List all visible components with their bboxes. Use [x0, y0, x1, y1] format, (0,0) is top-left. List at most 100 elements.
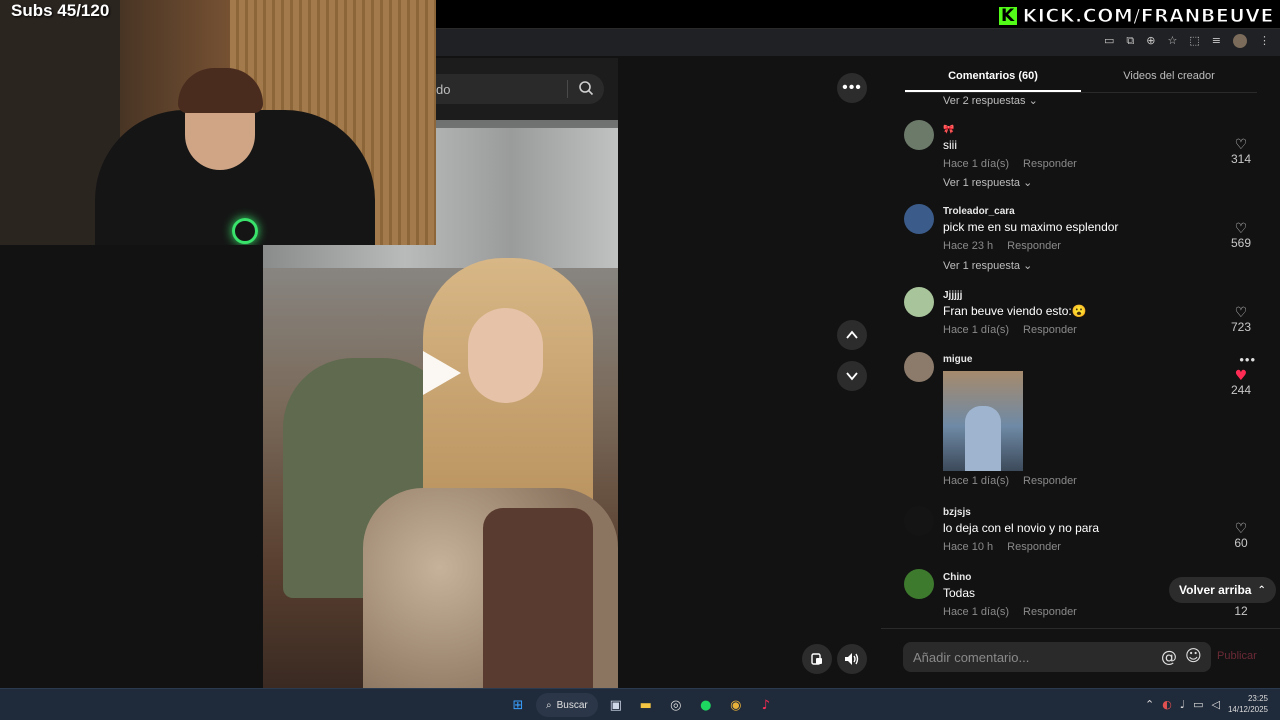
like-button[interactable]: ♡ 314	[1226, 138, 1256, 166]
pip-icon	[811, 653, 822, 665]
chevron-down-icon	[846, 372, 858, 381]
system-tray: ⌃ ◐ ♩ ▭ ◁ 23:25 14/12/2025	[1145, 693, 1268, 715]
comment-meta: Hace 1 día(s) Responder	[943, 158, 1077, 170]
like-button[interactable]: ♡ 60	[1226, 522, 1256, 550]
zoom-icon[interactable]: ⊕	[1146, 34, 1155, 48]
avatar[interactable]	[904, 569, 934, 599]
view-replies-link[interactable]: Ver 1 respuesta ⌄	[943, 259, 1032, 272]
webcam-green-light	[232, 218, 258, 244]
browser-menu-icon[interactable]: ⋮	[1259, 34, 1270, 48]
like-button[interactable]: ♡ 569	[1226, 222, 1256, 250]
avatar[interactable]	[904, 204, 934, 234]
like-button[interactable]: ♥ 244	[1226, 369, 1256, 397]
comment-user[interactable]: migue	[943, 354, 1091, 365]
comment-user[interactable]: Troleador_cara	[943, 206, 1118, 217]
taskbar: ⊞ ⌕ Buscar ▣ ▬ ◎ ● ◉ ♪ ⌃ ◐ ♩ ▭ ◁ 23:25 14…	[0, 688, 1280, 720]
search-field[interactable]: do	[436, 74, 604, 104]
comments-panel: Comentarios (60) Videos del creador Ver …	[881, 56, 1280, 688]
subs-counter: Subs 45/120	[11, 1, 110, 20]
comment-image[interactable]	[943, 371, 1023, 471]
file-explorer-icon[interactable]: ▬	[634, 693, 658, 717]
search-divider	[567, 80, 568, 98]
clock[interactable]: 23:25 14/12/2025	[1228, 693, 1268, 715]
pip-button[interactable]	[802, 644, 832, 674]
emoji-icon[interactable]: ☺	[1185, 646, 1202, 665]
reply-link[interactable]: Responder	[1007, 541, 1061, 553]
back-to-top-button[interactable]: Volver arriba ⌃	[1169, 577, 1276, 603]
publish-button[interactable]: Publicar	[1217, 650, 1257, 662]
previous-video-button[interactable]	[837, 320, 867, 350]
kick-logo: K	[996, 5, 1019, 27]
tab-comments[interactable]: Comentarios (60)	[905, 56, 1081, 92]
avatar[interactable]	[904, 352, 934, 382]
heart-filled-icon: ♥	[1234, 368, 1248, 384]
reply-link[interactable]: Responder	[1023, 475, 1077, 487]
comment-user[interactable]: 🎀	[943, 124, 1091, 135]
translate-icon[interactable]: ⧉	[1126, 34, 1134, 48]
comment-user[interactable]: bzjsjs	[943, 507, 1099, 518]
comments-tabs: Comentarios (60) Videos del creador	[905, 56, 1257, 92]
tiktok-icon[interactable]: ♪	[754, 693, 778, 717]
tabs-divider	[905, 92, 1257, 93]
mention-icon[interactable]: @	[1161, 647, 1177, 666]
comment: Jjjjjj Fran beuve viendo esto:😮 Hace 1 d…	[943, 290, 1091, 336]
avatar[interactable]	[904, 287, 934, 317]
reply-link[interactable]: Responder	[1023, 324, 1077, 336]
bookmark-star-icon[interactable]: ☆	[1168, 34, 1178, 48]
webcam-overlay: Subs 45/120	[0, 0, 436, 245]
kick-url: KICK.COM/FRANBEUVE	[1022, 5, 1274, 28]
media-controls-icon[interactable]: ≡	[1212, 34, 1221, 48]
comment-user[interactable]: Chino	[943, 572, 1091, 583]
avatar[interactable]	[904, 120, 934, 150]
composer-divider	[881, 628, 1280, 629]
add-comment-input[interactable]	[913, 649, 1153, 665]
task-view-icon[interactable]: ▣	[604, 693, 628, 717]
view-replies-link[interactable]: Ver 1 respuesta ⌄	[943, 176, 1032, 189]
like-button[interactable]: ♡ 723	[1226, 306, 1256, 334]
add-comment-box[interactable]: @ ☺	[903, 642, 1211, 672]
play-icon[interactable]	[423, 351, 461, 395]
more-options-button[interactable]: •••	[837, 73, 867, 103]
profile-avatar[interactable]	[1233, 34, 1247, 48]
microphone-icon[interactable]: ♩	[1180, 698, 1185, 711]
heart-icon: ♡	[1234, 305, 1248, 321]
display-icon[interactable]: ▭	[1193, 698, 1203, 711]
view-replies-link[interactable]: Ver 2 respuestas ⌄	[943, 94, 1038, 107]
volume-button[interactable]	[837, 644, 867, 674]
spotify-icon[interactable]: ●	[694, 693, 718, 717]
more-icon: •••	[842, 79, 862, 96]
double-chevron-up-icon: ⌃	[1257, 584, 1266, 596]
search-icon[interactable]	[578, 80, 594, 96]
comment-options-icon[interactable]: •••	[1239, 352, 1256, 367]
like-count[interactable]: 12	[1226, 604, 1256, 618]
reply-link[interactable]: Responder	[1023, 606, 1077, 618]
search-input-text[interactable]: do	[436, 82, 450, 97]
windows-start-icon[interactable]: ⊞	[506, 693, 530, 717]
comment: bzjsjs lo deja con el novio y no para Ha…	[943, 507, 1099, 553]
extensions-icon[interactable]: ⬚	[1189, 34, 1199, 48]
comment-text: lo deja con el novio y no para	[943, 521, 1100, 535]
next-video-button[interactable]	[837, 361, 867, 391]
screen: ▭ ⧉ ⊕ ☆ ⬚ ≡ ⋮ K KICK.COM/FRANBEUVE do Su…	[0, 0, 1280, 720]
comment: Chino Todas Hace 1 día(s) Responder	[943, 572, 1091, 618]
chrome-icon[interactable]: ◉	[724, 693, 748, 717]
taskbar-search[interactable]: ⌕ Buscar	[536, 693, 598, 717]
comment-user[interactable]: Jjjjjj	[943, 290, 1091, 301]
video-top	[483, 508, 593, 688]
tray-chevron-icon[interactable]: ⌃	[1145, 698, 1154, 711]
reply-link[interactable]: Responder	[1023, 158, 1077, 170]
app-icon[interactable]: ◎	[664, 693, 688, 717]
cast-icon[interactable]: ▭	[1104, 34, 1114, 48]
heart-icon: ♡	[1234, 137, 1248, 153]
heart-icon: ♡	[1234, 221, 1248, 237]
app-tray-icon[interactable]: ◐	[1162, 698, 1172, 711]
comment-text: siii	[943, 138, 957, 152]
comment-meta: Hace 23 h Responder	[943, 240, 1061, 252]
tab-creator-videos[interactable]: Videos del creador	[1081, 56, 1257, 92]
comment-meta: Hace 10 h Responder	[943, 541, 1061, 553]
reply-link[interactable]: Responder	[1007, 240, 1061, 252]
comment: migue Hace 1 día(s) Responder	[943, 354, 1091, 487]
speaker-icon[interactable]: ◁	[1211, 698, 1219, 711]
browser-toolbar-icons: ▭ ⧉ ⊕ ☆ ⬚ ≡ ⋮	[1104, 34, 1270, 48]
avatar[interactable]	[904, 506, 934, 536]
